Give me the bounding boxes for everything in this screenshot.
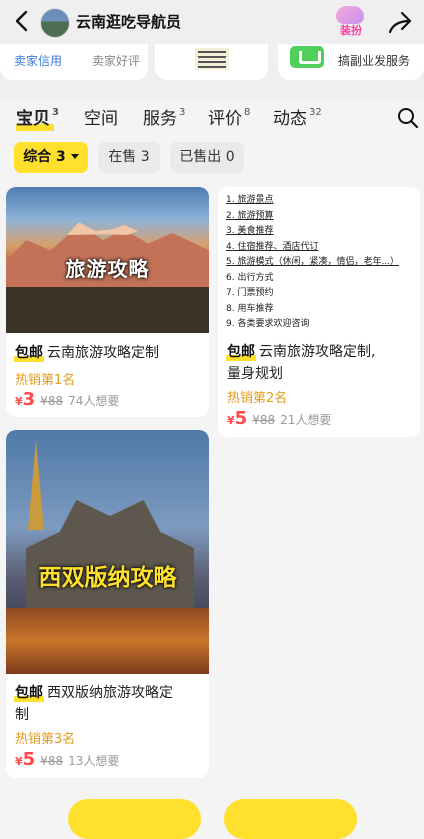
product-card[interactable]: 西双版纳攻略 包邮 西双版纳旅游攻略定制 热销第3名 ¥5 ¥88 13人想要 — [6, 430, 209, 778]
filter-sold[interactable]: 已售出 0 — [170, 142, 244, 173]
tab-count: 3 — [179, 107, 186, 118]
product-title-text: 云南旅游攻略定制, — [259, 344, 376, 360]
hot-rank: 热销第3名 — [15, 732, 76, 747]
image-overlay-text: 西双版纳攻略 — [38, 565, 177, 591]
want-count: 13人想要 — [68, 754, 120, 768]
price-row: ¥5 ¥88 13人想要 — [15, 749, 119, 770]
tab-count: 8 — [244, 107, 251, 118]
bottom-action-button-right[interactable] — [224, 799, 357, 839]
tab-label: 评价 — [208, 109, 242, 129]
tab-count: 32 — [309, 107, 322, 118]
tab-label: 动态 — [273, 109, 307, 129]
tab-items[interactable]: 宝贝 3 — [16, 104, 59, 131]
top-bar: 云南逛吃导航员 装扮 — [0, 0, 424, 44]
want-count: 74人想要 — [68, 394, 120, 408]
product-title-text-line2: 量身规划 — [227, 366, 283, 382]
original-price: ¥88 — [40, 754, 64, 768]
product-title-text: 云南旅游攻略定制 — [47, 345, 159, 361]
price-row: ¥5 ¥88 21人想要 — [227, 408, 331, 429]
product-title: 包邮 云南旅游攻略定制, 量身规划 — [226, 341, 376, 385]
share-icon[interactable] — [387, 10, 413, 34]
decor-icon — [336, 6, 364, 24]
currency: ¥ — [15, 395, 23, 408]
want-count: 21人想要 — [280, 413, 332, 427]
tab-moments[interactable]: 动态 32 — [273, 104, 322, 129]
tab-space[interactable]: 空间 — [84, 104, 118, 129]
tab-reviews[interactable]: 评价 8 — [208, 104, 250, 129]
shop-name[interactable]: 云南逛吃导航员 — [76, 11, 181, 32]
tab-count: 3 — [52, 107, 59, 118]
list-item: 1. 旅游景点 — [226, 195, 274, 205]
currency: ¥ — [15, 755, 23, 768]
seller-review-label: 卖家好评 — [92, 54, 141, 68]
shop-info-cards: 卖家信用 卖家好评 搞副业发服务 — [0, 44, 424, 80]
side-business-card[interactable]: 搞副业发服务 — [278, 44, 424, 80]
tab-label: 空间 — [84, 109, 118, 129]
product-title-text-line2: 制 — [15, 707, 29, 723]
seller-credit-label: 卖家信用 — [14, 54, 63, 68]
list-item: 2. 旅游预算 — [226, 210, 274, 221]
filter-label: 已售出 0 — [179, 149, 235, 165]
list-item: 5. 旅游模式（休闲，紧凑，情侣，老年...） — [226, 257, 400, 267]
tab-bar: 宝贝 3 空间 服务 3 评价 8 动态 32 — [0, 100, 424, 134]
bottom-action-button-left[interactable] — [68, 799, 201, 839]
back-arrow-icon[interactable] — [14, 10, 36, 34]
decor-label: 装扮 — [340, 24, 362, 37]
filter-bar: 综合 3 在售 3 已售出 0 — [0, 142, 424, 174]
filter-label: 综合 3 — [23, 149, 66, 165]
price: 5 — [234, 408, 248, 429]
list-item: 9. 各类要求欢迎咨询 — [226, 319, 310, 329]
product-card[interactable]: 旅游攻略 包邮 云南旅游攻略定制 热销第1名 ¥3 ¥88 74人想要 — [6, 187, 209, 417]
hot-rank: 热销第2名 — [227, 391, 288, 406]
free-shipping-tag: 包邮 — [14, 342, 44, 364]
filter-label: 在售 3 — [108, 149, 150, 165]
free-shipping-tag: 包邮 — [226, 341, 256, 363]
product-image: 西双版纳攻略 — [6, 430, 209, 674]
price-row: ¥3 ¥88 74人想要 — [15, 389, 119, 410]
product-image: 旅游攻略 — [6, 187, 209, 333]
price: 5 — [22, 749, 36, 770]
currency: ¥ — [227, 414, 235, 427]
side-business-icon — [290, 46, 324, 68]
original-price: ¥88 — [40, 394, 64, 408]
list-item: 8. 用车推荐 — [226, 303, 274, 314]
search-icon[interactable] — [397, 107, 419, 129]
filter-comprehensive[interactable]: 综合 3 — [14, 142, 88, 173]
credit-card[interactable]: 卖家信用 卖家好评 — [0, 44, 148, 80]
product-title: 包邮 西双版纳旅游攻略定制 — [14, 682, 173, 726]
list-item: 3. 美食推荐 — [226, 226, 274, 236]
decor-button[interactable]: 装扮 — [334, 6, 366, 37]
hot-rank: 热销第1名 — [15, 373, 76, 388]
tab-label: 宝贝 — [16, 109, 50, 129]
thumbnail-card[interactable] — [155, 44, 268, 80]
product-card[interactable]: 1. 旅游景点 2. 旅游预算 3. 美食推荐 4. 住宿推荐、酒店代订 5. … — [218, 187, 420, 437]
filter-on-sale[interactable]: 在售 3 — [98, 142, 160, 173]
tab-services[interactable]: 服务 3 — [143, 104, 185, 129]
caret-down-icon — [70, 154, 79, 159]
shop-avatar[interactable] — [40, 8, 70, 38]
list-item: 6. 出行方式 — [226, 272, 274, 283]
image-overlay-text: 旅游攻略 — [65, 257, 150, 281]
original-price: ¥88 — [252, 413, 276, 427]
product-title-text: 西双版纳旅游攻略定 — [47, 685, 173, 701]
tab-label: 服务 — [143, 109, 177, 129]
product-list-image: 1. 旅游景点 2. 旅游预算 3. 美食推荐 4. 住宿推荐、酒店代订 5. … — [226, 193, 416, 333]
list-item: 7. 门票预约 — [226, 288, 274, 298]
document-thumbnail-icon — [195, 48, 229, 70]
product-title: 包邮 云南旅游攻略定制 — [14, 342, 159, 364]
list-item: 4. 住宿推荐、酒店代订 — [226, 241, 319, 252]
price: 3 — [22, 389, 36, 410]
side-business-label: 搞副业发服务 — [338, 54, 411, 68]
free-shipping-tag: 包邮 — [14, 682, 44, 704]
